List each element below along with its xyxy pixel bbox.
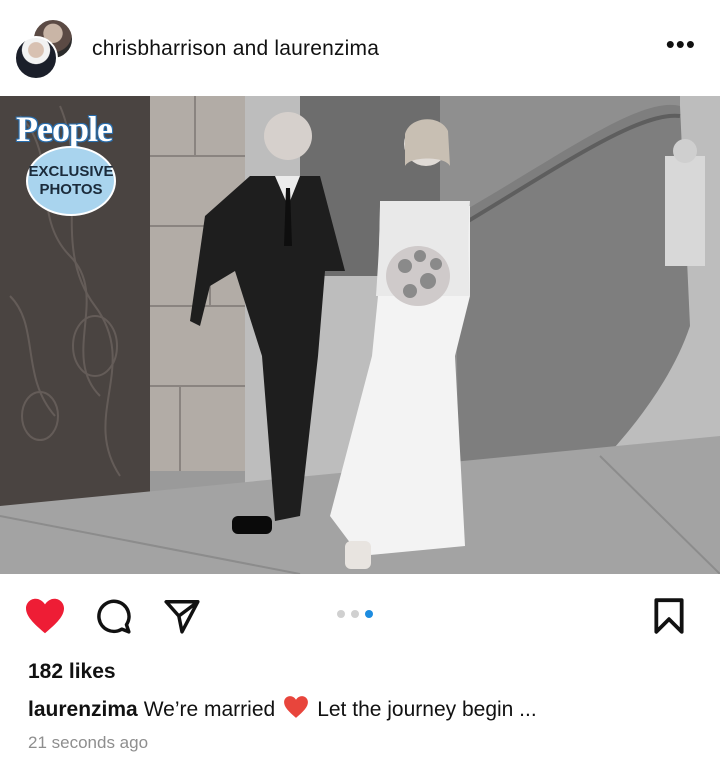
send-icon[interactable]: [162, 597, 202, 640]
caption-text-before: We’re married: [143, 698, 276, 721]
red-heart-emoji: [283, 695, 309, 725]
carousel-dot: [351, 610, 359, 618]
likes-count[interactable]: 182 likes: [28, 660, 116, 684]
post-timestamp: 21 seconds ago: [28, 733, 149, 752]
post-photo[interactable]: People EXCLUSIVE PHOTOS: [0, 96, 720, 574]
exclusive-photos-circle: EXCLUSIVE PHOTOS: [26, 146, 116, 216]
badge-line2: PHOTOS: [39, 181, 103, 198]
people-exclusive-badge: People EXCLUSIVE PHOTOS: [12, 108, 116, 216]
more-options-icon[interactable]: •••: [666, 31, 696, 57]
carousel-dot: [337, 610, 345, 618]
carousel-dot-active: [365, 610, 373, 618]
avatar-stack[interactable]: [14, 18, 74, 80]
heart-filled-icon[interactable]: [24, 597, 66, 640]
bookmark-icon[interactable]: [652, 597, 686, 640]
badge-line1: EXCLUSIVE: [28, 163, 114, 180]
post-header: chrisbharrison and laurenzima •••: [0, 0, 720, 96]
avatar[interactable]: [14, 36, 58, 80]
caption-text-after: Let the journey begin ...: [317, 698, 537, 721]
carousel-indicator: [337, 610, 373, 618]
post-caption: laurenzima We’re married Let the journey b…: [28, 695, 537, 725]
people-logo: People: [16, 109, 113, 149]
comment-icon[interactable]: [94, 597, 132, 640]
post-usernames[interactable]: chrisbharrison and laurenzima: [92, 37, 379, 61]
caption-username[interactable]: laurenzima: [28, 698, 138, 721]
